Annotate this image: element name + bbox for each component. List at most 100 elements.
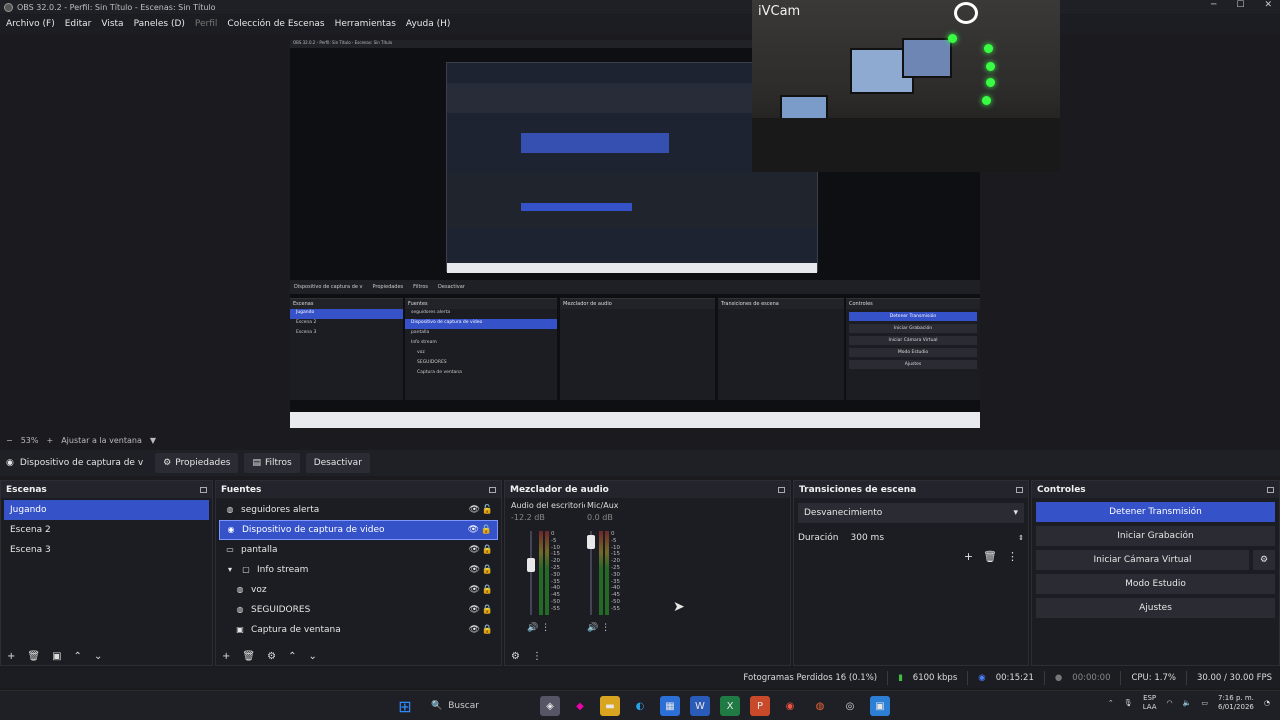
menu-scene-collection[interactable]: Colección de Escenas [227,19,324,29]
chevron-down-icon[interactable]: ▾ [225,565,235,575]
settings-button[interactable]: Ajustes [1036,598,1275,618]
more-options-icon[interactable]: ⋮ [1007,550,1018,563]
windows-start-icon[interactable]: ⊞ [395,696,415,716]
eye-icon[interactable]: 👁 [468,525,479,535]
eye-icon[interactable]: 👁 [469,505,480,515]
more-options-icon[interactable]: ⋮ [541,623,550,633]
more-options-icon[interactable]: ⋮ [601,623,610,633]
menu-profile[interactable]: Perfil [195,19,218,29]
eye-icon[interactable]: 👁 [469,585,480,595]
properties-button[interactable]: ⚙ Propiedades [155,453,239,473]
scene-item-escena-3[interactable]: Escena 3 [4,540,209,560]
taskbar-search[interactable]: 🔍 Buscar [425,696,530,716]
volume-slider-knob[interactable] [527,557,535,572]
trash-icon[interactable]: 🗑 [242,651,255,662]
unlock-icon[interactable]: 🔓 [482,505,493,515]
start-virtual-cam-button[interactable]: Iniciar Cámara Virtual [1036,550,1249,570]
app-icon[interactable]: ◍ [810,696,830,716]
add-scene-button[interactable]: + [7,651,15,662]
microphone-icon[interactable]: 🎙 [1124,699,1133,707]
volume-slider-track[interactable] [530,531,532,615]
gear-icon[interactable]: ⚙ [1253,550,1275,570]
menu-file[interactable]: Archivo (F) [6,19,55,29]
eye-icon[interactable]: 👁 [469,545,480,555]
edge-icon[interactable]: ◐ [630,696,650,716]
move-down-icon[interactable]: ⌄ [308,651,316,662]
notification-icon[interactable]: ◔ [1264,699,1270,707]
ivcam-icon[interactable]: ▣ [870,696,890,716]
chevron-up-icon[interactable]: ⌃ [1108,699,1114,707]
add-transition-button[interactable]: + [964,550,973,563]
duration-input[interactable]: 300 ms [851,533,1007,543]
maximize-button[interactable]: ☐ [1236,0,1244,10]
zoom-out-button[interactable]: − [6,436,13,445]
powerpoint-icon[interactable]: P [750,696,770,716]
menu-help[interactable]: Ayuda (H) [406,19,450,29]
menu-view[interactable]: Vista [101,19,123,29]
source-item[interactable]: ◍ seguidores alerta 👁 🔓 [219,500,498,520]
lock-icon[interactable]: 🔒 [481,525,492,535]
source-item[interactable]: ◍ SEGUIDORES 👁 🔒 [219,600,498,620]
scene-item-jugando[interactable]: Jugando [4,500,209,520]
stepper-icon[interactable]: ⇕ [1018,534,1024,542]
speaker-icon[interactable]: 🔊 [587,623,598,633]
source-group[interactable]: ▾ ▢ Info stream 👁 🔒 [219,560,498,580]
obs-icon[interactable]: ◎ [840,696,860,716]
undock-icon[interactable] [200,486,207,493]
file-explorer-icon[interactable]: ▬ [600,696,620,716]
language-indicator[interactable]: ESP LAA [1143,694,1157,712]
volume-slider-knob[interactable] [587,534,595,549]
stop-stream-button[interactable]: Detener Transmisión [1036,502,1275,522]
deactivate-button[interactable]: Desactivar [305,453,370,473]
source-item[interactable]: ▣ Captura de ventana 👁 🔒 [219,620,498,640]
clock[interactable]: 7:16 p. m. 6/01/2026 [1218,694,1254,712]
chevron-down-icon[interactable]: ▼ [150,436,156,445]
source-item[interactable]: ◍ voz 👁 🔒 [219,580,498,600]
source-item[interactable]: ▭ pantalla 👁 🔒 [219,540,498,560]
trash-icon[interactable]: 🗑 [983,550,997,563]
add-source-button[interactable]: + [222,651,230,662]
undock-icon[interactable] [489,486,496,493]
fit-to-window-select[interactable]: Ajustar a la ventana [61,436,142,445]
undock-icon[interactable] [778,486,785,493]
volume-icon[interactable]: 🔈 [1183,699,1192,707]
undock-icon[interactable] [1267,486,1274,493]
lock-icon[interactable]: 🔒 [482,565,493,575]
gear-icon[interactable]: ⚙ [511,651,520,662]
gear-icon[interactable]: ⚙ [267,651,276,662]
battery-icon[interactable]: ▭ [1201,699,1208,707]
move-up-icon[interactable]: ⌃ [288,651,296,662]
copilot-icon[interactable]: ◆ [570,696,590,716]
studio-mode-button[interactable]: Modo Estudio [1036,574,1275,594]
chrome-icon[interactable]: ◉ [780,696,800,716]
lock-icon[interactable]: 🔒 [482,545,493,555]
store-icon[interactable]: ▦ [660,696,680,716]
wifi-icon[interactable]: ◠ [1167,699,1173,707]
eye-icon[interactable]: 👁 [469,565,480,575]
menu-tools[interactable]: Herramientas [335,19,396,29]
more-options-icon[interactable]: ⋮ [532,651,542,662]
menu-edit[interactable]: Editar [65,19,92,29]
excel-icon[interactable]: X [720,696,740,716]
source-item[interactable]: ◉ Dispositivo de captura de video 👁 🔒 [219,520,498,540]
widgets-icon[interactable]: ◈ [540,696,560,716]
start-recording-button[interactable]: Iniciar Grabación [1036,526,1275,546]
lock-icon[interactable]: 🔒 [482,625,493,635]
lock-icon[interactable]: 🔒 [482,585,493,595]
trash-icon[interactable]: 🗑 [27,651,40,662]
minimize-button[interactable]: ─ [1211,0,1216,10]
word-icon[interactable]: W [690,696,710,716]
menu-docks[interactable]: Paneles (D) [134,19,185,29]
zoom-in-button[interactable]: + [46,436,53,445]
close-button[interactable]: ✕ [1264,0,1272,10]
move-down-icon[interactable]: ⌄ [94,651,102,662]
scene-filters-icon[interactable]: ▣ [52,651,61,662]
transition-select[interactable]: Desvanecimiento ▾ [798,503,1024,523]
undock-icon[interactable] [1016,486,1023,493]
eye-icon[interactable]: 👁 [469,625,480,635]
scene-item-escena-2[interactable]: Escena 2 [4,520,209,540]
eye-icon[interactable]: 👁 [469,605,480,615]
lock-icon[interactable]: 🔒 [482,605,493,615]
move-up-icon[interactable]: ⌃ [74,651,82,662]
filters-button[interactable]: ▤ Filtros [244,453,300,473]
